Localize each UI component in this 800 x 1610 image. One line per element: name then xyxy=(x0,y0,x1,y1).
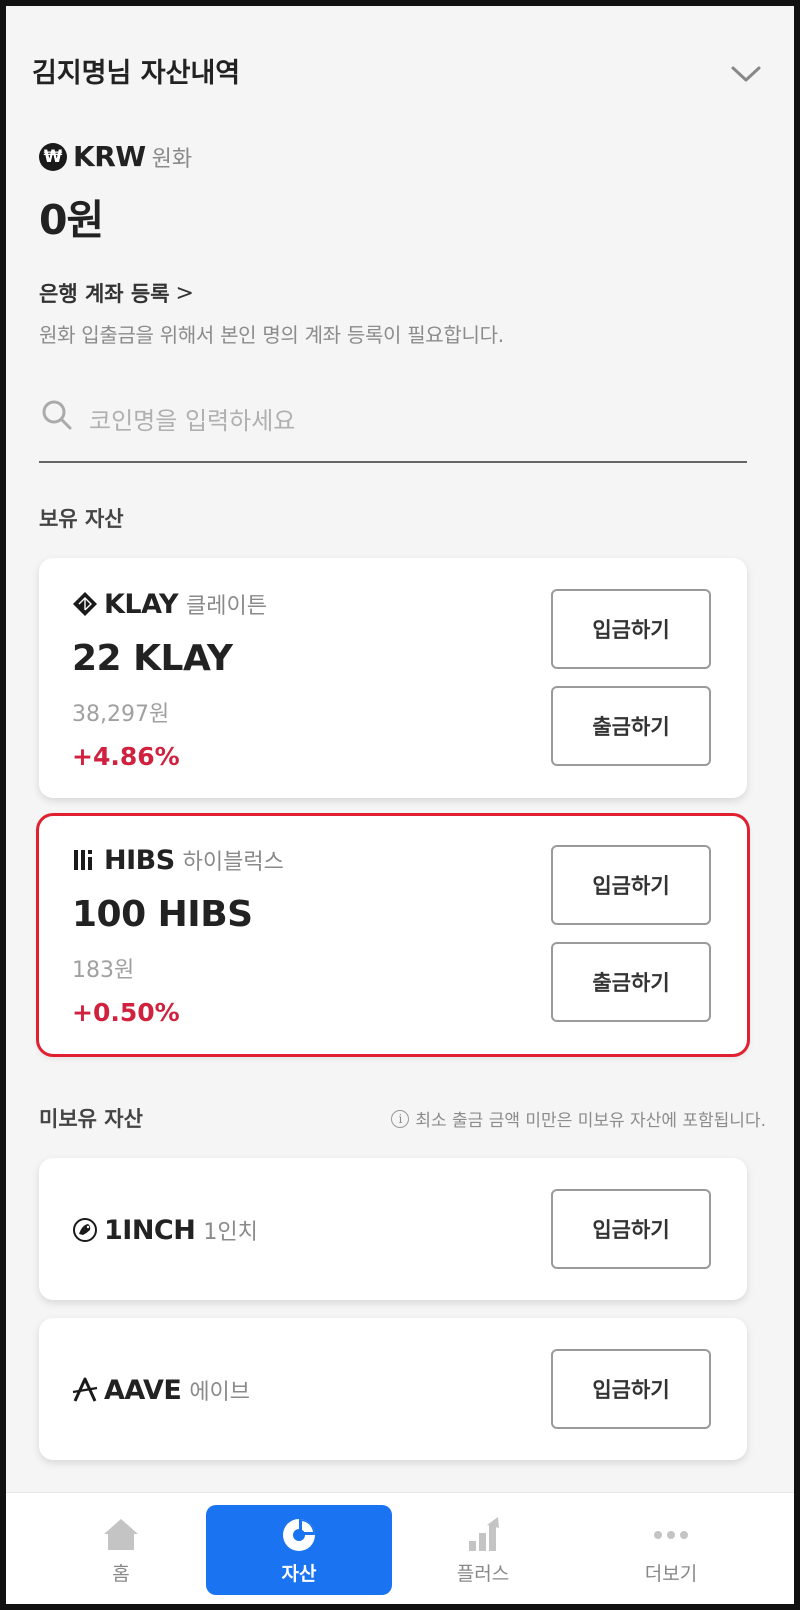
unowned-assets-title: 미보유 자산 xyxy=(39,1107,143,1131)
won-icon: ₩ xyxy=(39,142,67,171)
home-icon xyxy=(104,1518,138,1550)
aave-logo-icon xyxy=(72,1377,98,1402)
chevron-right-icon: > xyxy=(175,280,194,306)
search-input[interactable] xyxy=(89,391,729,451)
coin-header: 1INCH 1인치 xyxy=(72,1214,258,1246)
owned-assets-title: 보유 자산 xyxy=(39,507,124,531)
chevron-down-icon[interactable] xyxy=(728,60,764,88)
tab-label: 더보기 xyxy=(644,1562,698,1585)
coin-change-rate: +0.50% xyxy=(72,998,180,1027)
hibs-logo-icon xyxy=(74,850,92,870)
1inch-logo-icon xyxy=(73,1218,97,1242)
bank-account-register-link[interactable]: 은행 계좌 등록 > xyxy=(39,278,194,308)
coin-name: 클레이튼 xyxy=(186,594,267,619)
withdraw-button[interactable]: 출금하기 xyxy=(551,686,711,766)
tab-home[interactable]: 홈 xyxy=(28,1505,214,1595)
deposit-button[interactable]: 입금하기 xyxy=(551,1349,711,1429)
coin-code: HIBS xyxy=(104,844,175,876)
unowned-notice: i 최소 출금 금액 미만은 미보유 자산에 포함됩니다. xyxy=(391,1106,766,1131)
coin-name: 에이브 xyxy=(189,1380,251,1405)
klay-logo-icon xyxy=(73,592,97,616)
tab-plus[interactable]: 플러스 xyxy=(390,1505,576,1595)
coin-krw-value: 38,297원 xyxy=(72,702,170,727)
asset-scroll-area[interactable]: 김지명님 자산내역 ₩ KRW 원화 0원 은행 계좌 등록 > 원화 입출금을… xyxy=(6,6,794,1492)
bar-chart-icon xyxy=(469,1516,499,1551)
withdraw-button[interactable]: 출금하기 xyxy=(551,942,711,1022)
deposit-button[interactable]: 입금하기 xyxy=(551,845,711,925)
tab-label: 자산 xyxy=(281,1562,317,1585)
page-header: 김지명님 자산내역 xyxy=(32,54,764,94)
tab-assets[interactable]: 자산 xyxy=(206,1505,392,1595)
search-icon xyxy=(42,400,72,430)
asset-card-klay: KLAY 클레이튼 22 KLAY 38,297원 +4.86% 입금하기 출금… xyxy=(39,558,747,798)
coin-header: AAVE 에이브 xyxy=(72,1374,250,1406)
tab-label: 홈 xyxy=(112,1562,130,1585)
coin-header: KLAY 클레이튼 xyxy=(72,588,267,620)
coin-name: 1인치 xyxy=(203,1220,258,1245)
bank-description: 원화 입출금을 위해서 본인 명의 계좌 등록이 필요합니다. xyxy=(39,323,504,347)
coin-krw-value: 183원 xyxy=(72,958,135,983)
krw-code: KRW xyxy=(73,140,146,173)
tab-label: 플러스 xyxy=(456,1562,510,1585)
bottom-tab-bar: 홈 자산 플러스 더보기 xyxy=(6,1492,794,1604)
deposit-button[interactable]: 입금하기 xyxy=(551,589,711,669)
coin-code: 1INCH xyxy=(104,1214,196,1246)
asset-card-1inch: 1INCH 1인치 입금하기 xyxy=(39,1158,747,1300)
more-dots-icon xyxy=(654,1530,688,1539)
krw-header: ₩ KRW 원화 xyxy=(39,140,192,173)
notice-text: 최소 출금 금액 미만은 미보유 자산에 포함됩니다. xyxy=(415,1111,766,1131)
coin-name: 하이블럭스 xyxy=(182,850,284,875)
coin-amount: 22 KLAY xyxy=(72,638,233,679)
page-title: 김지명님 자산내역 xyxy=(32,58,241,89)
asset-card-hibs: HIBS 하이블럭스 100 HIBS 183원 +0.50% 입금하기 출금하… xyxy=(39,816,747,1054)
coin-amount: 100 HIBS xyxy=(72,894,253,935)
coin-code: AAVE xyxy=(104,1374,182,1406)
coin-header: HIBS 하이블럭스 xyxy=(72,844,284,876)
tab-more[interactable]: 더보기 xyxy=(578,1505,764,1595)
asset-card-aave: AAVE 에이브 입금하기 xyxy=(39,1318,747,1460)
info-icon: i xyxy=(391,1109,410,1128)
deposit-button[interactable]: 입금하기 xyxy=(551,1189,711,1269)
krw-amount: 0원 xyxy=(39,196,104,244)
coin-change-rate: +4.86% xyxy=(72,742,180,771)
pie-chart-icon xyxy=(283,1518,315,1551)
krw-name: 원화 xyxy=(151,146,193,172)
bank-link-label: 은행 계좌 등록 xyxy=(39,282,170,306)
coin-code: KLAY xyxy=(104,588,179,620)
coin-search xyxy=(39,391,747,463)
app-screen: 김지명님 자산내역 ₩ KRW 원화 0원 은행 계좌 등록 > 원화 입출금을… xyxy=(0,0,800,1610)
